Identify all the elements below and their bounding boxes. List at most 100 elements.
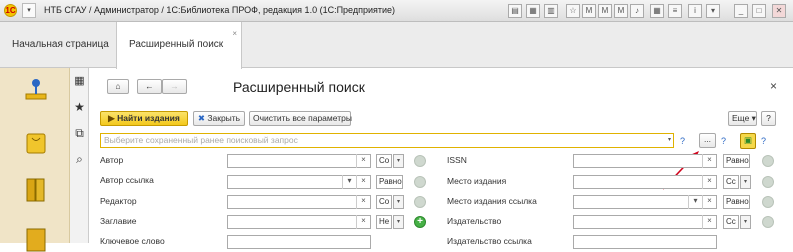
reading-lamp-icon[interactable]	[22, 76, 50, 102]
maximize-icon[interactable]: □	[752, 4, 766, 18]
issn-condition[interactable]: Равно	[723, 154, 750, 168]
1c-logo-icon[interactable]: 1С	[4, 4, 17, 17]
author-input[interactable]: ×	[227, 154, 371, 168]
title-condition-dropdown[interactable]: ▾	[393, 215, 404, 229]
publisher-condition[interactable]: Сс	[723, 215, 739, 229]
memory-recall-icon[interactable]: M	[614, 4, 628, 18]
publication-place-add-icon[interactable]	[762, 176, 774, 188]
saved-search-select[interactable]: Выберите сохраненный ранее поисковый зап…	[100, 133, 674, 148]
clear-icon[interactable]: ×	[356, 215, 370, 229]
close-icon: ✖	[197, 113, 208, 123]
document-icon[interactable]: ▤	[508, 4, 522, 18]
calculator-icon[interactable]: ▥	[544, 4, 558, 18]
field-label-author-ref: Автор ссылка	[100, 175, 154, 185]
issn-add-icon[interactable]	[762, 155, 774, 167]
shopping-bag-icon[interactable]	[22, 128, 50, 154]
clear-all-params-label: Очистить все параметры	[253, 113, 352, 123]
tab-close-icon[interactable]: ×	[232, 30, 237, 38]
ellipsis-help[interactable]: ?	[721, 136, 726, 146]
grid-icon[interactable]: ▦	[650, 4, 664, 18]
publisher-condition-dropdown[interactable]: ▾	[740, 215, 751, 229]
field-label-publication-place: Место издания	[447, 176, 507, 186]
minimize-icon[interactable]: _	[734, 4, 748, 18]
author-add-icon[interactable]	[414, 155, 426, 167]
author-condition[interactable]: Со	[376, 154, 392, 168]
field-label-keyword: Ключевое слово	[100, 236, 165, 246]
home-icon: ⌂	[115, 81, 121, 91]
field-label-title: Заглавие	[100, 216, 137, 226]
clear-icon[interactable]: ×	[702, 154, 716, 168]
clear-icon[interactable]: ×	[702, 195, 716, 209]
publisher-add-icon[interactable]	[762, 216, 774, 228]
close-button[interactable]: ✖ Закрыть	[193, 111, 245, 126]
memory-plus-icon[interactable]: M	[582, 4, 596, 18]
tab-advanced-search-label: Расширенный поиск	[129, 39, 224, 50]
favorites-star-icon[interactable]: ★	[70, 100, 89, 114]
close-form-icon[interactable]: ×	[770, 79, 777, 93]
memory-minus-icon[interactable]: M	[598, 4, 612, 18]
more-button[interactable]: Еще ▾	[728, 111, 757, 126]
author-ref-add-icon[interactable]	[414, 176, 426, 188]
publisher-ref-input[interactable]	[573, 235, 717, 249]
publication-place-ref-add-icon[interactable]	[762, 196, 774, 208]
editor-input[interactable]: ×	[227, 195, 371, 209]
publication-place-input[interactable]: ×	[573, 175, 717, 189]
more-label: Еще	[732, 113, 750, 123]
calendar-icon[interactable]: ▦	[526, 4, 540, 18]
home-button[interactable]: ⌂	[107, 79, 129, 94]
editor-condition[interactable]: Со	[376, 195, 392, 209]
field-label-editor: Редактор	[100, 196, 137, 206]
tab-advanced-search[interactable]: Расширенный поиск ×	[116, 22, 242, 69]
tabs-bar: Начальная страница Расширенный поиск ×	[0, 22, 793, 69]
help-label: ?	[766, 113, 771, 123]
title-add-icon[interactable]: +	[414, 216, 426, 228]
editor-condition-dropdown[interactable]: ▾	[393, 195, 404, 209]
tab-home[interactable]: Начальная страница	[0, 22, 121, 68]
editor-add-icon[interactable]	[414, 196, 426, 208]
list-icon[interactable]: ≡	[668, 4, 682, 18]
publication-place-condition[interactable]: Сс	[723, 175, 739, 189]
save-search-button[interactable]: ▣	[740, 133, 756, 149]
chevron-down-icon[interactable]: ▾	[706, 4, 720, 18]
info-icon[interactable]: i	[688, 4, 702, 18]
field-label-publisher: Издательство	[447, 216, 502, 226]
publication-place-condition-dropdown[interactable]: ▾	[740, 175, 751, 189]
issn-input[interactable]: ×	[573, 154, 717, 168]
close-window-icon[interactable]: ✕	[772, 4, 786, 18]
publication-place-ref-input[interactable]: ▾ ×	[573, 195, 717, 209]
clear-icon[interactable]: ×	[702, 175, 716, 189]
chevron-down-icon[interactable]: ▾	[688, 195, 702, 209]
apps-grid-icon[interactable]: ▦	[70, 74, 89, 87]
books-icon[interactable]	[22, 176, 50, 202]
find-publications-button[interactable]: ▶ Найти издания	[100, 111, 188, 126]
chevron-down-icon[interactable]: ▾	[342, 175, 356, 189]
bell-icon[interactable]: ♪	[630, 4, 644, 18]
history-icon[interactable]: ⧉	[70, 126, 89, 141]
find-publications-label: Найти издания	[117, 113, 180, 123]
forward-button[interactable]: →	[162, 79, 187, 94]
clear-all-params-button[interactable]: Очистить все параметры	[249, 111, 352, 126]
help-button[interactable]: ?	[761, 111, 776, 126]
save-help[interactable]: ?	[761, 136, 766, 146]
publisher-input[interactable]: ×	[573, 215, 717, 229]
search-icon[interactable]: ⌕	[70, 152, 89, 167]
clear-icon[interactable]: ×	[356, 175, 370, 189]
star-icon[interactable]: ☆	[566, 4, 580, 18]
back-button[interactable]: ←	[137, 79, 162, 94]
close-label: Закрыть	[207, 113, 241, 123]
main-menu-button[interactable]: ▾	[22, 3, 36, 18]
author-ref-input[interactable]: ▾ ×	[227, 175, 371, 189]
author-ref-condition[interactable]: Равно	[376, 175, 403, 189]
keyword-input[interactable]	[227, 235, 371, 249]
field-label-author: Автор	[100, 155, 124, 165]
clear-icon[interactable]: ×	[356, 195, 370, 209]
publication-place-ref-condition[interactable]: Равно	[723, 195, 750, 209]
title-input[interactable]: ×	[227, 215, 371, 229]
clear-icon[interactable]: ×	[702, 215, 716, 229]
catalog-icon[interactable]	[22, 226, 50, 252]
author-condition-dropdown[interactable]: ▾	[393, 154, 404, 168]
form-title: Расширенный поиск	[233, 79, 365, 95]
clear-icon[interactable]: ×	[356, 154, 370, 168]
title-condition[interactable]: Не	[376, 215, 392, 229]
field-label-publisher-ref: Издательство ссылка	[447, 236, 532, 246]
